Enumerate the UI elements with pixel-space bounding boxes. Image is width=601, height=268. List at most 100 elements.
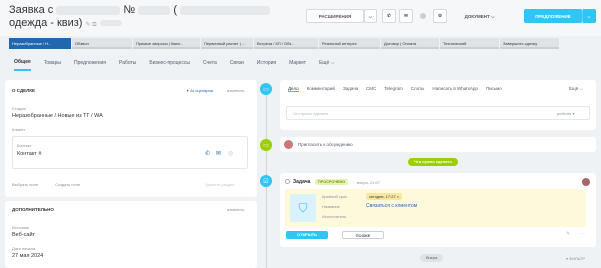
task-shield-icon: ⛉ (290, 194, 316, 222)
activity-tab-slots[interactable]: Слоты (411, 86, 425, 92)
additional-card: ДОПОЛНИТЕЛЬНО изменить Источник Веб-сайт… (5, 201, 257, 268)
task-body: ⛉ Крайний срок сегодня, 17:27 × Название… (285, 189, 586, 227)
about-header: О СДЕЛКЕ (12, 88, 36, 93)
title-number-sign: № (123, 4, 136, 16)
delete-section-link[interactable]: Удалить раздел (205, 182, 234, 187)
tab-general[interactable]: Общее (14, 55, 31, 71)
document-button[interactable]: ДОКУМЕНТ ⌵ (452, 9, 507, 23)
tab-business-processes[interactable]: Бизнес-процессы (149, 56, 190, 70)
contact-more-icon[interactable]: ◎ (228, 150, 233, 157)
title-redacted (56, 5, 121, 15)
task-author-avatar (582, 178, 590, 186)
activity-icon: ▭ (260, 83, 272, 95)
task-title: Задача (293, 179, 311, 185)
source-label: Источник (12, 225, 30, 230)
open-task-button[interactable]: ОТКРЫТЬ (286, 231, 328, 239)
ai-scenarios-button[interactable]: ✦ AI-сценарии (186, 88, 213, 93)
title-paren: ( (173, 4, 178, 16)
contact-box: Контакт Контакт # ✆ ✉ ◎ (12, 136, 248, 169)
edit-title-icon[interactable]: ✎ ⧉ (86, 22, 97, 28)
extensions-dropdown-icon[interactable]: ⌵ (364, 9, 377, 23)
filter-button[interactable]: ▾ ФИЛЬТР (566, 256, 585, 261)
stage-item[interactable]: Прямые запросы | Квал... (133, 38, 200, 49)
activity-tabs: Дело Комментарий Задача СМС Telegram Сло… (288, 86, 502, 92)
stage-item[interactable]: Реальный интерес (319, 38, 380, 49)
additional-header: ДОПОЛНИТЕЛЬНО (12, 207, 54, 212)
task-icon: ☑ (260, 175, 272, 187)
extensions-button[interactable]: РАСШИРЕНИЯ (306, 9, 364, 23)
tab-invoices[interactable]: Счета (203, 56, 217, 70)
tab-products[interactable]: Товары (44, 56, 61, 70)
page-title: Заявка с № ( одежда - квиз) ✎ ⧉ (9, 4, 271, 32)
contact-value[interactable]: Контакт # (17, 151, 41, 157)
activity-tab-telegram[interactable]: Telegram (384, 86, 403, 92)
responsible-select[interactable]: рейтинг ▾ (557, 111, 575, 116)
activity-placeholder: Что нужно сделать (293, 111, 329, 116)
yesterday-divider: Вчера (420, 254, 444, 262)
deadline-label: Крайний срок (322, 194, 348, 199)
contact-phone-icon[interactable]: ✆ (205, 150, 210, 157)
add-icon: + (290, 140, 293, 146)
tab-more[interactable]: Ещё ⌵ (319, 56, 334, 70)
stage-item[interactable]: Договор | Оплата (381, 38, 439, 49)
activity-tab-comment[interactable]: Комментарий (307, 86, 335, 92)
settings-dot-icon[interactable] (416, 9, 430, 23)
offer-dropdown-icon[interactable]: ⌵ (582, 9, 596, 23)
activity-tab-task[interactable]: Задача (343, 86, 358, 92)
deadline-value[interactable]: сегодня, 17:27 × (366, 193, 403, 200)
activity-input[interactable]: Что нужно сделать рейтинг ▾ (286, 106, 590, 120)
stage-label: Стадия (12, 106, 26, 111)
tab-history[interactable]: История (257, 56, 276, 70)
client-label: Клиент (12, 127, 26, 132)
gear-icon[interactable]: ⚙ (433, 9, 447, 23)
stage-value: Неразобранные / Новые из ТГ / WA (12, 113, 103, 119)
more-icon[interactable]: ⋯ (580, 231, 585, 237)
title-text: Заявка с (9, 4, 54, 16)
activity-editor: Дело Комментарий Задача СМС Telegram Сло… (280, 80, 596, 130)
offer-button[interactable]: ПРЕДЛОЖЕНИЕ (524, 9, 582, 23)
stage-item[interactable]: Неразобранные / Н... (9, 38, 71, 49)
stage-item[interactable]: Первичный расчет | ... (201, 38, 253, 49)
todo-badge: Что нужно сделать (408, 158, 458, 166)
mail-icon[interactable]: ✉ (399, 9, 413, 23)
task-time: вчера, 21:07 (357, 180, 380, 185)
name-label: Название (322, 204, 340, 209)
stage-item[interactable]: Технический (440, 38, 499, 49)
invite-card[interactable]: + Пригласить к обсуждению (280, 137, 596, 152)
date-label: Дата начала (12, 246, 36, 251)
about-change-link[interactable]: изменить (227, 88, 244, 93)
executor-label: Исполнитель (322, 214, 347, 219)
task-checkbox[interactable] (285, 179, 290, 184)
tab-offers[interactable]: Предложения (74, 56, 106, 70)
about-deal-card: О СДЕЛКЕ ✦ AI-сценарии изменить Стадия Н… (5, 80, 257, 197)
select-field-link[interactable]: Выбрать поле (12, 182, 38, 187)
stage-bar: Неразобранные / Н... Обзвон Прямые запро… (9, 38, 559, 49)
header-bar: Заявка с № ( одежда - квиз) ✎ ⧉ РАСШИРЕН… (0, 0, 601, 36)
activity-tab-email[interactable]: Письмо (486, 86, 502, 92)
stage-item[interactable]: Обзвон (72, 38, 132, 49)
deal-tabs: Общее Товары Предложения Работы Бизнес-п… (0, 55, 601, 71)
activity-tab-whatsapp[interactable]: Написать в WhatsApp (432, 86, 477, 92)
chat-icon: ▭ (260, 139, 272, 151)
tab-market[interactable]: Маркет (289, 56, 306, 70)
stage-item[interactable]: Завершить сделку (500, 38, 559, 49)
source-value: Веб-сайт (12, 232, 36, 238)
activity-tab-sms[interactable]: СМС (366, 86, 376, 92)
activity-tab-more[interactable]: Ещё ⌵ (569, 86, 583, 91)
contact-mail-icon[interactable]: ✉ (216, 150, 221, 157)
tab-works[interactable]: Работы (119, 56, 136, 70)
additional-change-link[interactable]: изменить (227, 207, 244, 212)
contact-label: Контакт (17, 143, 32, 148)
title-redacted-3 (180, 5, 271, 15)
tab-links[interactable]: Связи (230, 56, 244, 70)
date-value: 27 мая 2024 (12, 253, 44, 259)
title-redacted-4 (99, 20, 122, 27)
invite-text: Пригласить к обсуждению (298, 142, 353, 147)
task-name-link[interactable]: Связаться с клиентом (366, 203, 417, 209)
later-button[interactable]: ПОЗЖЕ (342, 231, 384, 239)
edit-icon[interactable]: ✎ (566, 231, 570, 237)
phone-icon[interactable]: ✆ (382, 9, 396, 23)
activity-tab-deal[interactable]: Дело (288, 86, 299, 92)
create-field-link[interactable]: Создать поле (55, 182, 80, 187)
stage-item[interactable]: Встреча / КП / Обз... (254, 38, 318, 49)
